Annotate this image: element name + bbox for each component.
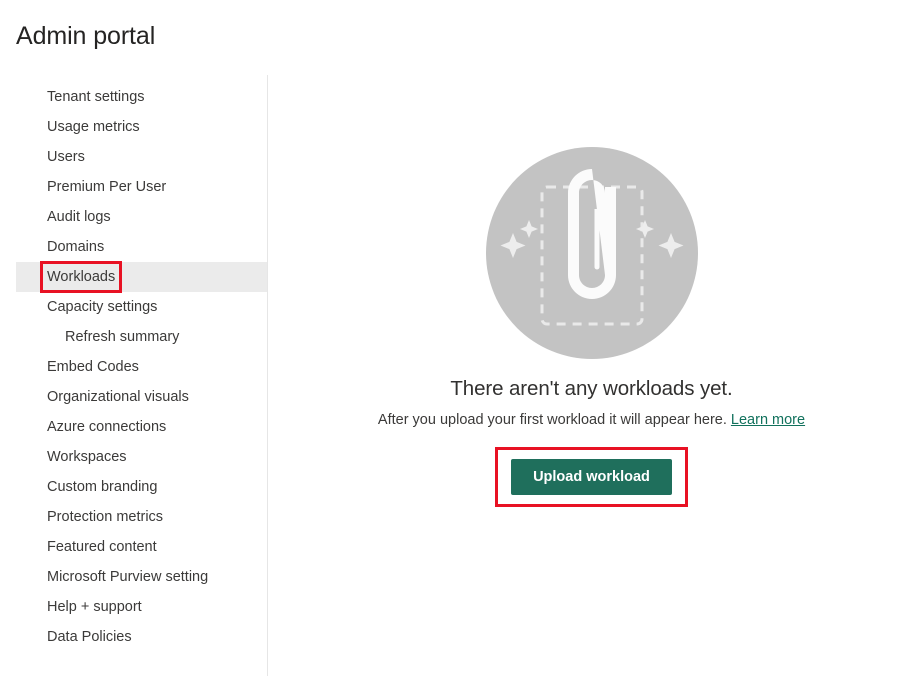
sidebar-item-label: Usage metrics [47, 119, 140, 135]
sidebar-item-label: Microsoft Purview setting [47, 569, 209, 585]
sidebar-item-tenant-settings[interactable]: Tenant settings [16, 82, 267, 112]
sidebar-item-label: Audit logs [47, 209, 111, 225]
sidebar-item-help-support[interactable]: Help + support [16, 592, 267, 622]
sidebar-item-label: Azure connections [47, 419, 167, 435]
sidebar-item-domains[interactable]: Domains [16, 232, 267, 262]
sidebar-item-embed-codes[interactable]: Embed Codes [16, 352, 267, 382]
sidebar-item-capacity-settings[interactable]: Capacity settings [16, 292, 267, 322]
sidebar-item-azure-connections[interactable]: Azure connections [16, 412, 267, 442]
sidebar-item-label: Refresh summary [65, 329, 180, 345]
sidebar-item-label: Capacity settings [47, 299, 158, 315]
sidebar-nav: Tenant settings Usage metrics Users Premium… [0, 75, 268, 676]
learn-more-link[interactable]: Learn more [731, 412, 805, 428]
sidebar-item-refresh-summary[interactable]: Refresh summary [16, 322, 267, 352]
sidebar-item-data-policies[interactable]: Data Policies [16, 622, 267, 652]
sidebar-item-label: Workspaces [47, 449, 127, 465]
sidebar-item-label: Protection metrics [47, 509, 164, 525]
sidebar-item-premium-per-user[interactable]: Premium Per User [16, 172, 267, 202]
sidebar-item-label: Featured content [47, 539, 157, 555]
main-content: There aren't any workloads yet. After yo… [268, 75, 915, 676]
upload-workload-button[interactable]: Upload workload [511, 459, 672, 495]
sidebar-item-protection-metrics[interactable]: Protection metrics [16, 502, 267, 532]
sidebar-item-custom-branding[interactable]: Custom branding [16, 472, 267, 502]
empty-state-subtitle: After you upload your first workload it … [268, 412, 915, 428]
paperclip-inner-path [594, 209, 599, 270]
sidebar-item-label: Premium Per User [47, 179, 167, 195]
sidebar-item-audit-logs[interactable]: Audit logs [16, 202, 267, 232]
sidebar-item-workspaces[interactable]: Workspaces [16, 442, 267, 472]
empty-state: There aren't any workloads yet. After yo… [268, 75, 915, 507]
sidebar-item-label: Custom branding [47, 479, 158, 495]
sidebar-item-usage-metrics[interactable]: Usage metrics [16, 112, 267, 142]
upload-button-annotation: Upload workload [495, 447, 688, 507]
empty-state-heading: There aren't any workloads yet. [450, 377, 733, 400]
sidebar-item-label: Embed Codes [47, 359, 139, 375]
sidebar-item-label: Data Policies [47, 629, 132, 645]
sidebar-item-label: Tenant settings [47, 89, 145, 105]
page-layout: Tenant settings Usage metrics Users Premium… [0, 75, 915, 676]
illustration-svg [485, 147, 698, 359]
sidebar-item-label: Domains [47, 239, 105, 255]
paperclip-upload-illustration [485, 147, 698, 359]
sidebar-item-label: Users [47, 149, 85, 165]
sidebar-item-users[interactable]: Users [16, 142, 267, 172]
sidebar-item-organizational-visuals[interactable]: Organizational visuals [16, 382, 267, 412]
sidebar-item-workloads[interactable]: Workloads [16, 261, 267, 293]
sidebar-item-label: Organizational visuals [47, 389, 189, 405]
sidebar-item-label: Workloads [39, 261, 123, 293]
sidebar-item-label: Help + support [47, 599, 142, 615]
page-title: Admin portal [16, 22, 156, 50]
sidebar-item-microsoft-purview-setting[interactable]: Microsoft Purview setting [16, 562, 267, 592]
sidebar-item-featured-content[interactable]: Featured content [16, 532, 267, 562]
empty-state-subtitle-text: After you upload your first workload it … [377, 412, 727, 428]
